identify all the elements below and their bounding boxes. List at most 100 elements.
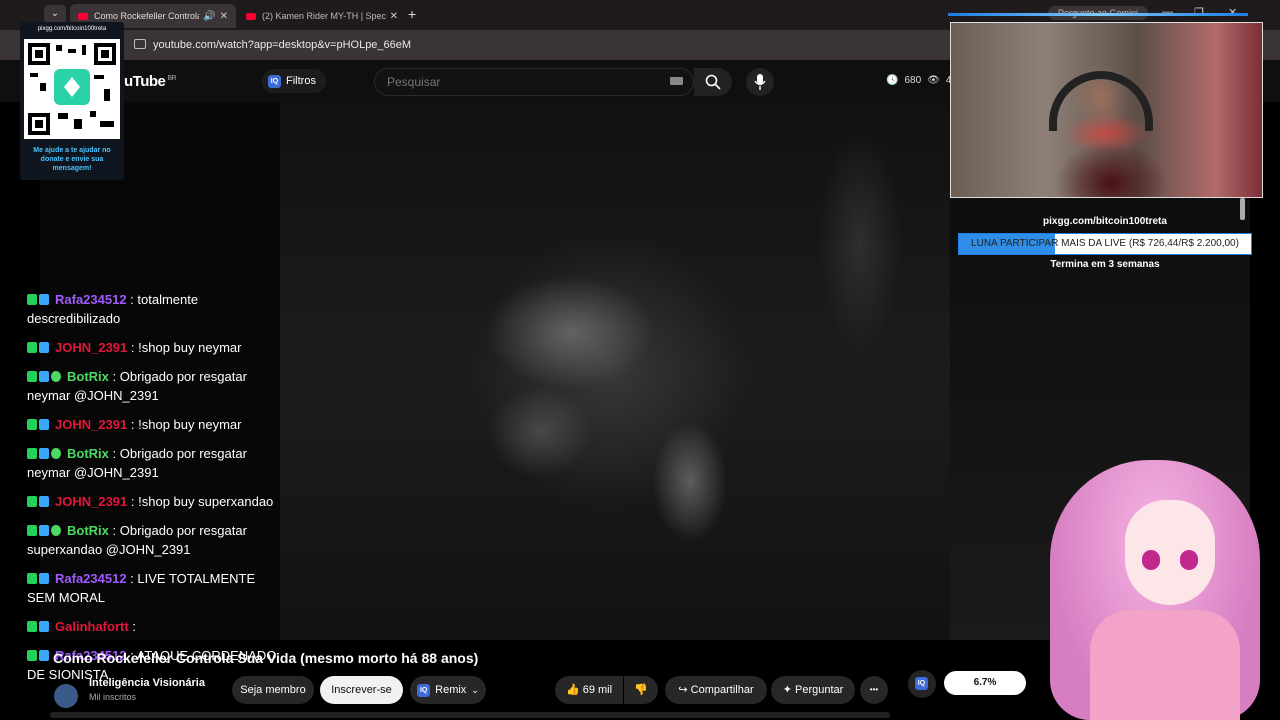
goal-end: Termina em 3 semanas [1050,259,1160,270]
chat-username[interactable]: JOHN_2391 [55,417,127,432]
chat-separator: : [127,417,139,432]
ask-button[interactable]: ✦ Perguntar [771,676,855,704]
chat-username[interactable]: JOHN_2391 [55,494,127,509]
platform-badge-icon [39,371,49,382]
avatar-face [1125,500,1215,605]
platform-badge-icon [39,419,49,430]
join-button[interactable]: Seja membro [232,676,314,704]
video-progress-bar[interactable] [50,712,890,718]
subscribe-button[interactable]: Inscrever-se [320,676,403,704]
subscriber-count: Mil inscritos [89,692,137,702]
iq-icon: IQ [915,677,928,690]
avatar-eye [1180,550,1198,570]
chevron-down-icon: ⌄ [471,685,479,695]
logo-text: uTube [124,73,166,90]
scrollbar[interactable] [1240,198,1245,220]
filters-label: Filtros [286,75,316,87]
qr-donation-card: pixgg.com/bitcoin100treta Me ajude a te … [20,22,124,180]
channel-name[interactable]: Inteligência Visionária [89,677,205,689]
tab-inactive[interactable]: (2) Kamen Rider MY-TH | Speci ✕ [238,4,406,28]
kick-badge-icon [27,496,37,507]
eye-icon: 👁 [927,75,940,86]
like-button[interactable]: 👍 69 mil [555,676,623,704]
vtuber-avatar [1030,440,1280,720]
platform-badge-icon [39,621,49,632]
share-icon: ↪ [678,684,688,696]
chat-username[interactable]: Rafa234512 [55,571,127,586]
chat-separator: : [127,340,139,355]
video-player[interactable] [280,102,950,640]
voice-search-button[interactable] [746,68,774,96]
goal-label: LUNA PARTICIPAR MAIS DA LIVE (R$ 726,44/… [971,238,1239,249]
chat-username[interactable]: BotRix [67,369,109,384]
bot-badge-icon [51,525,61,536]
kick-badge-icon [27,448,37,459]
qr-url: pixgg.com/bitcoin100treta [37,26,107,32]
youtube-favicon-icon [246,12,256,20]
bot-badge-icon [51,448,61,459]
iq-icon: IQ [268,74,281,88]
site-info-icon[interactable] [134,39,146,49]
close-tab-icon[interactable]: ✕ [220,11,228,22]
share-button[interactable]: ↪ Compartilhar [665,676,767,704]
kick-badge-icon [27,294,37,305]
search-input[interactable]: Pesquisar [374,68,694,96]
chat-username[interactable]: BotRix [67,446,109,461]
tab-title: (2) Kamen Rider MY-TH | Speci [262,11,386,21]
platform-badge-icon [39,294,49,305]
more-actions-button[interactable]: ••• [860,676,888,704]
dislike-button[interactable]: 👎 [624,676,658,704]
close-tab-icon[interactable]: ✕ [390,11,398,22]
keyboard-icon[interactable] [670,77,683,85]
iq-extension-button[interactable]: IQ [908,670,936,698]
channel-avatar[interactable] [54,684,78,708]
webcam-feed [950,22,1263,198]
youtube-favicon-icon [78,12,88,20]
chat-text: !shop buy neymar [138,340,242,355]
chat-separator: : [108,523,120,538]
donation-goal-bar: LUNA PARTICIPAR MAIS DA LIVE (R$ 726,44/… [958,233,1252,255]
url-field[interactable]: youtube.com/watch?app=desktop&v=pHOLpe_6… [153,39,411,51]
chat-message: BotRix : Obrigado por resgatar neymar @J… [27,444,277,482]
remix-button[interactable]: IQ Remix ⌄ [410,676,486,704]
tab-list-button[interactable]: ⌄ [44,5,66,23]
search-button[interactable] [694,68,732,96]
iq-icon: IQ [417,683,431,697]
chat-username[interactable]: JOHN_2391 [55,340,127,355]
chat-message: BotRix : Obrigado por resgatar neymar @J… [27,367,277,405]
platform-badge-icon [39,525,49,536]
platform-badge-icon [39,342,49,353]
kick-badge-icon [27,573,37,584]
minimize-icon[interactable]: — [1162,6,1173,18]
thumbs-up-icon: 👍 [565,684,580,696]
clock-icon: 🕓 [886,75,899,86]
chat-message: JOHN_2391 : !shop buy neymar [27,338,277,357]
chat-separator: : [126,292,138,307]
chat-message: Rafa234512 : LIVE TOTALMENTE SEM MORAL [27,569,277,607]
platform-badge-icon [39,573,49,584]
chat-text: !shop buy superxandao [138,494,274,509]
new-tab-button[interactable]: + [408,6,416,22]
platform-badge-icon [39,448,49,459]
youtube-logo[interactable]: uTube BR [124,73,177,90]
speaker-icon[interactable]: 🔊 [203,11,215,22]
chat-message: JOHN_2391 : !shop buy superxandao [27,492,277,511]
chat-separator: : [127,494,139,509]
chat-separator: : [108,446,120,461]
microphone-icon [754,74,766,90]
pix-url: pixgg.com/bitcoin100treta [1043,216,1167,227]
chat-message: Galinhafortt : [27,617,277,636]
chat-username[interactable]: Rafa234512 [55,292,127,307]
like-count: 69 mil [582,684,613,696]
kick-badge-icon [27,342,37,353]
platform-badge-icon [39,496,49,507]
qr-message: Me ajude a te ajudar no donate e envie s… [33,147,111,172]
chat-username[interactable]: Galinhafortt [55,619,129,634]
avatar-eye [1142,550,1160,570]
chat-separator: : [128,619,136,634]
filters-button[interactable]: IQ Filtros [262,69,326,93]
search-icon [705,74,721,90]
chat-username[interactable]: BotRix [67,523,109,538]
chat-separator: : [108,369,120,384]
platform-badge-icon [39,650,49,661]
